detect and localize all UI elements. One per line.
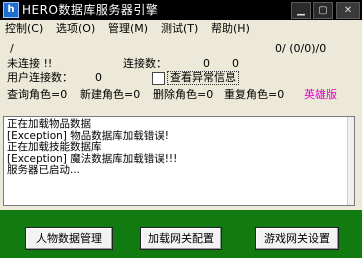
rename-roles-count: 重复角色=0: [224, 88, 285, 101]
connection-status: 未连接 !!: [7, 57, 53, 70]
status-panel: / 0/ (0/0)/0 未连接 !! 连接数： 0 0 用户连接数： 0 查看…: [0, 38, 362, 116]
log-scrollbar[interactable]: [347, 117, 354, 205]
connections-label: 连接数：: [123, 57, 167, 70]
maximize-button[interactable]: ▢: [313, 2, 333, 19]
gateway-config-button[interactable]: 加载网关配置: [140, 227, 222, 250]
path-text: /: [10, 42, 14, 55]
counter-text: 0/ (0/0)/0: [275, 42, 327, 55]
delete-roles-count: 删除角色=0: [153, 88, 214, 101]
minimize-button[interactable]: ▁: [291, 2, 311, 19]
view-errors-checkbox[interactable]: [152, 72, 165, 85]
character-data-button[interactable]: 人物数据管理: [25, 227, 113, 250]
log-textarea[interactable]: 正在加载物品数据 [Exception] 物品数据库加载错误! 正在加载技能数据…: [3, 116, 355, 206]
user-connections-label: 用户连接数：: [7, 71, 73, 84]
log-line: 正在加载技能数据库: [7, 141, 102, 153]
connections-value-2: 0: [232, 57, 239, 70]
title-bar[interactable]: h HERO数据库服务器引擎 ▁ ▢ ✕: [0, 0, 362, 20]
menu-control[interactable]: 控制(C): [5, 22, 43, 36]
menu-manage[interactable]: 管理(M): [108, 22, 148, 36]
window-title: HERO数据库服务器引擎: [22, 3, 159, 17]
view-errors-label[interactable]: 查看异常信息: [167, 71, 239, 85]
query-roles-count: 查询角色=0: [7, 88, 68, 101]
log-line: 正在加载物品数据: [7, 118, 91, 130]
game-gateway-button[interactable]: 游戏网关设置: [255, 227, 339, 250]
edition-label: 英雄版: [304, 88, 337, 101]
menu-bar: 控制(C) 选项(O) 管理(M) 测试(T) 帮助(H): [0, 20, 362, 38]
connections-value: 0: [203, 57, 210, 70]
new-roles-count: 新建角色=0: [80, 88, 141, 101]
log-line: 服务器已启动...: [7, 164, 81, 176]
close-button[interactable]: ✕: [336, 2, 360, 19]
menu-help[interactable]: 帮助(H): [211, 22, 250, 36]
menu-test[interactable]: 测试(T): [161, 22, 198, 36]
menu-options[interactable]: 选项(O): [56, 22, 95, 36]
button-panel: 人物数据管理 加载网关配置 游戏网关设置: [0, 210, 362, 258]
user-connections-value: 0: [95, 71, 102, 84]
server-window: h HERO数据库服务器引擎 ▁ ▢ ✕ 控制(C) 选项(O) 管理(M) 测…: [0, 0, 362, 258]
app-icon: h: [3, 2, 19, 18]
